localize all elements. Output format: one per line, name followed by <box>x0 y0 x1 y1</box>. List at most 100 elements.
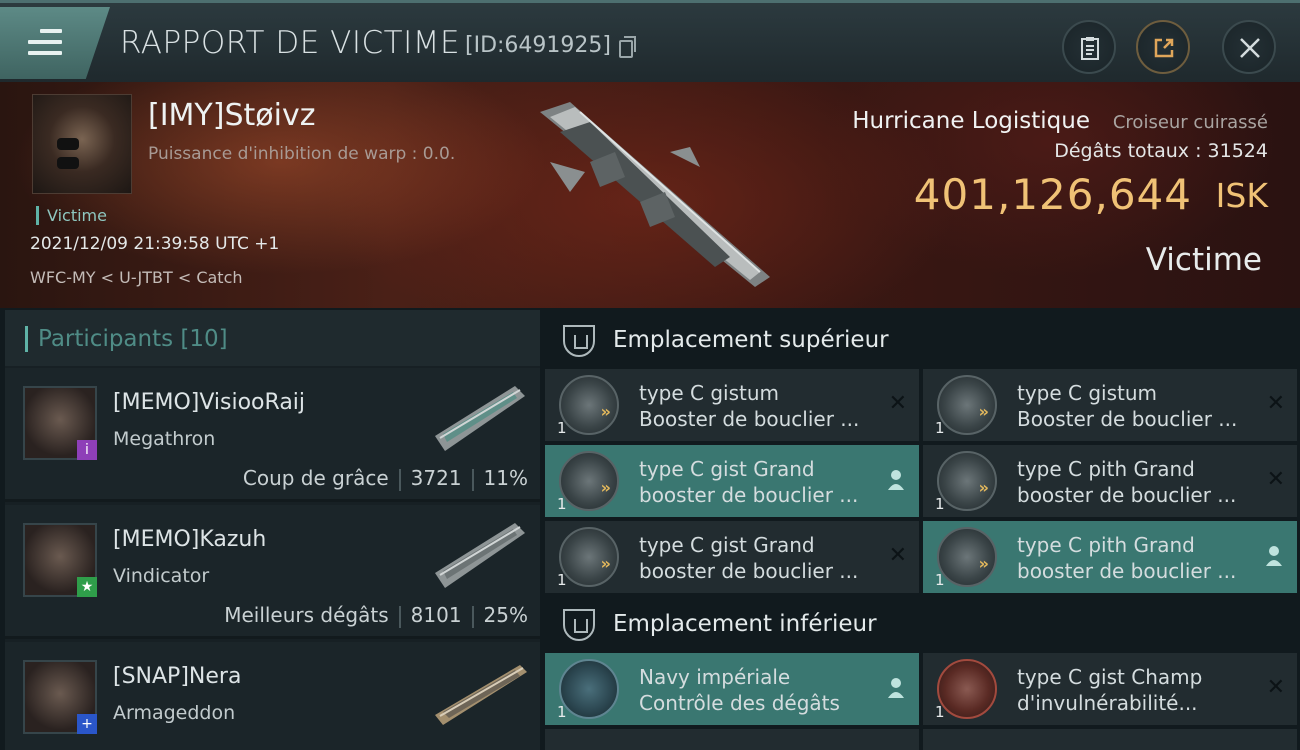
copy-icon[interactable] <box>619 36 636 58</box>
victim-banner: [IMY]Støivz Puissance d'inhibition de wa… <box>0 82 1300 308</box>
badge-icon: i <box>77 440 97 460</box>
total-damage-value: 31524 <box>1207 140 1268 162</box>
clipboard-button[interactable] <box>1062 20 1116 74</box>
participant-ship-image <box>435 386 525 451</box>
menu-button[interactable] <box>0 7 110 79</box>
title-bar: RAPPORT DE VICTIME [ID:6491925] <box>0 0 1300 82</box>
close-icon: ✕ <box>1266 467 1285 492</box>
shield-booster-icon: » <box>559 451 619 511</box>
close-icon: ✕ <box>1266 391 1285 416</box>
stat-label: Coup de grâce <box>242 466 389 490</box>
module-item[interactable]: » 1 type C gistum Booster de bouclier ..… <box>923 369 1297 441</box>
module-item[interactable]: 1 type C gist Champ d'invulnérabilité...… <box>923 653 1297 725</box>
module-quantity: 1 <box>557 419 567 437</box>
participant-name: [SNAP]Nera <box>113 664 242 689</box>
module-item[interactable]: » 1 type C gist Grand booster de bouclie… <box>545 445 919 517</box>
low-slot-title: Emplacement inférieur <box>613 611 877 637</box>
stat-damage: 8101 <box>410 603 462 627</box>
victim-portrait[interactable] <box>32 94 132 194</box>
module-quantity: 1 <box>935 703 945 721</box>
module-name: type C gist Champ <box>1017 665 1203 689</box>
module-quantity: 1 <box>935 495 945 513</box>
pilot-icon <box>1266 546 1282 566</box>
share-icon <box>1154 38 1174 58</box>
portrait-glasses <box>57 135 111 169</box>
participant-row[interactable]: + [SNAP]Nera Armageddon <box>5 642 540 750</box>
low-slot-header: Emplacement inférieur <box>545 597 1300 653</box>
share-button[interactable] <box>1136 20 1190 74</box>
isk-value: 401,126,644 <box>913 170 1192 219</box>
module-name: type C gistum <box>639 381 780 405</box>
avatar[interactable]: + <box>23 660 97 734</box>
ship-image[interactable] <box>530 92 780 292</box>
module-item[interactable] <box>545 729 919 750</box>
participant-ship-image <box>435 665 527 725</box>
module-quantity: 1 <box>557 571 567 589</box>
avatar[interactable]: i <box>23 386 97 460</box>
participants-label: Participants <box>38 326 174 352</box>
total-damage: Dégâts totaux : 31524 <box>1054 140 1268 162</box>
module-name: type C pith Grand <box>1017 533 1195 557</box>
module-type: booster de bouclier ... <box>639 483 859 507</box>
module-item[interactable]: » 1 type C pith Grand booster de bouclie… <box>923 445 1297 517</box>
module-item[interactable]: » 1 type C gist Grand booster de bouclie… <box>545 521 919 593</box>
victim-role-tag: Victime <box>36 206 107 225</box>
shield-booster-icon: » <box>559 527 619 587</box>
participant-stats: Meilleurs dégâts 8101 25% <box>224 603 528 628</box>
module-type: Booster de bouclier ... <box>639 407 860 431</box>
participant-ship: Armageddon <box>113 702 236 724</box>
module-type: booster de bouclier ... <box>1017 483 1237 507</box>
participants-count: [10] <box>180 326 228 352</box>
module-type: Contrôle des dégâts <box>639 691 840 715</box>
ship-name[interactable]: Hurricane Logistique <box>852 108 1090 134</box>
module-type: d'invulnérabilité... <box>1017 691 1198 715</box>
close-button[interactable] <box>1222 20 1276 74</box>
menu-icon <box>28 29 62 55</box>
victim-name[interactable]: [IMY]Støivz <box>148 98 315 133</box>
pilot-icon <box>888 678 904 698</box>
module-item[interactable]: » 1 type C pith Grand booster de bouclie… <box>923 521 1297 593</box>
module-quantity: 1 <box>557 703 567 721</box>
stat-percent: 11% <box>483 466 528 490</box>
module-name: type C pith Grand <box>1017 457 1195 481</box>
victim-location[interactable]: WFC-MY < U-JTBT < Catch <box>30 268 243 287</box>
module-name: type C gist Grand <box>639 457 815 481</box>
shield-booster-icon: » <box>937 527 997 587</box>
victim-datetime: 2021/12/09 21:39:58 UTC +1 <box>30 234 280 254</box>
participant-name: [MEMO]VisiooRaij <box>113 390 306 415</box>
module-item[interactable]: » 1 type C gistum Booster de bouclier ..… <box>545 369 919 441</box>
participant-stats: Coup de grâce 3721 11% <box>243 466 528 491</box>
participant-row[interactable]: ★ [MEMO]Kazuh Vindicator Meilleurs dégât… <box>5 505 540 639</box>
module-quantity: 1 <box>557 495 567 513</box>
participants-header: Participants [10] <box>5 310 540 366</box>
module-item[interactable]: 1 Navy impériale Contrôle des dégâts <box>545 653 919 725</box>
badge-icon: + <box>77 714 97 734</box>
high-slot-header: Emplacement supérieur <box>545 313 1300 369</box>
close-icon <box>1240 38 1260 58</box>
module-type: Booster de bouclier ... <box>1017 407 1238 431</box>
invulnerability-field-icon <box>937 659 997 719</box>
high-slot-icon <box>563 325 595 357</box>
clipboard-icon <box>1081 37 1099 60</box>
participant-row[interactable]: i [MEMO]VisiooRaij Megathron Coup de grâ… <box>5 368 540 502</box>
module-quantity: 1 <box>935 419 945 437</box>
page-title: RAPPORT DE VICTIME <box>120 25 461 61</box>
participants-panel: Participants [10] i [MEMO]VisiooRaij Meg… <box>5 310 540 750</box>
warp-inhibition: Puissance d'inhibition de warp : 0.0. <box>148 144 456 164</box>
participants-title[interactable]: Participants [10] <box>25 326 228 352</box>
ship-class: Croiseur cuirassé <box>1112 112 1268 133</box>
stat-percent: 25% <box>483 603 528 627</box>
total-damage-label: Dégâts totaux : <box>1054 140 1202 162</box>
module-item[interactable] <box>923 729 1297 750</box>
avatar[interactable]: ★ <box>23 523 97 597</box>
participant-ship: Megathron <box>113 428 216 450</box>
isk-unit: ISK <box>1215 176 1268 215</box>
participant-ship: Vindicator <box>113 565 210 587</box>
module-quantity: 1 <box>935 571 945 589</box>
close-icon: ✕ <box>888 543 907 568</box>
high-slot-title: Emplacement supérieur <box>613 327 889 353</box>
close-icon: ✕ <box>1266 675 1285 700</box>
module-name: type C gistum <box>1017 381 1158 405</box>
module-type: booster de bouclier ... <box>1017 559 1237 583</box>
victim-status: Victime <box>1145 242 1262 278</box>
